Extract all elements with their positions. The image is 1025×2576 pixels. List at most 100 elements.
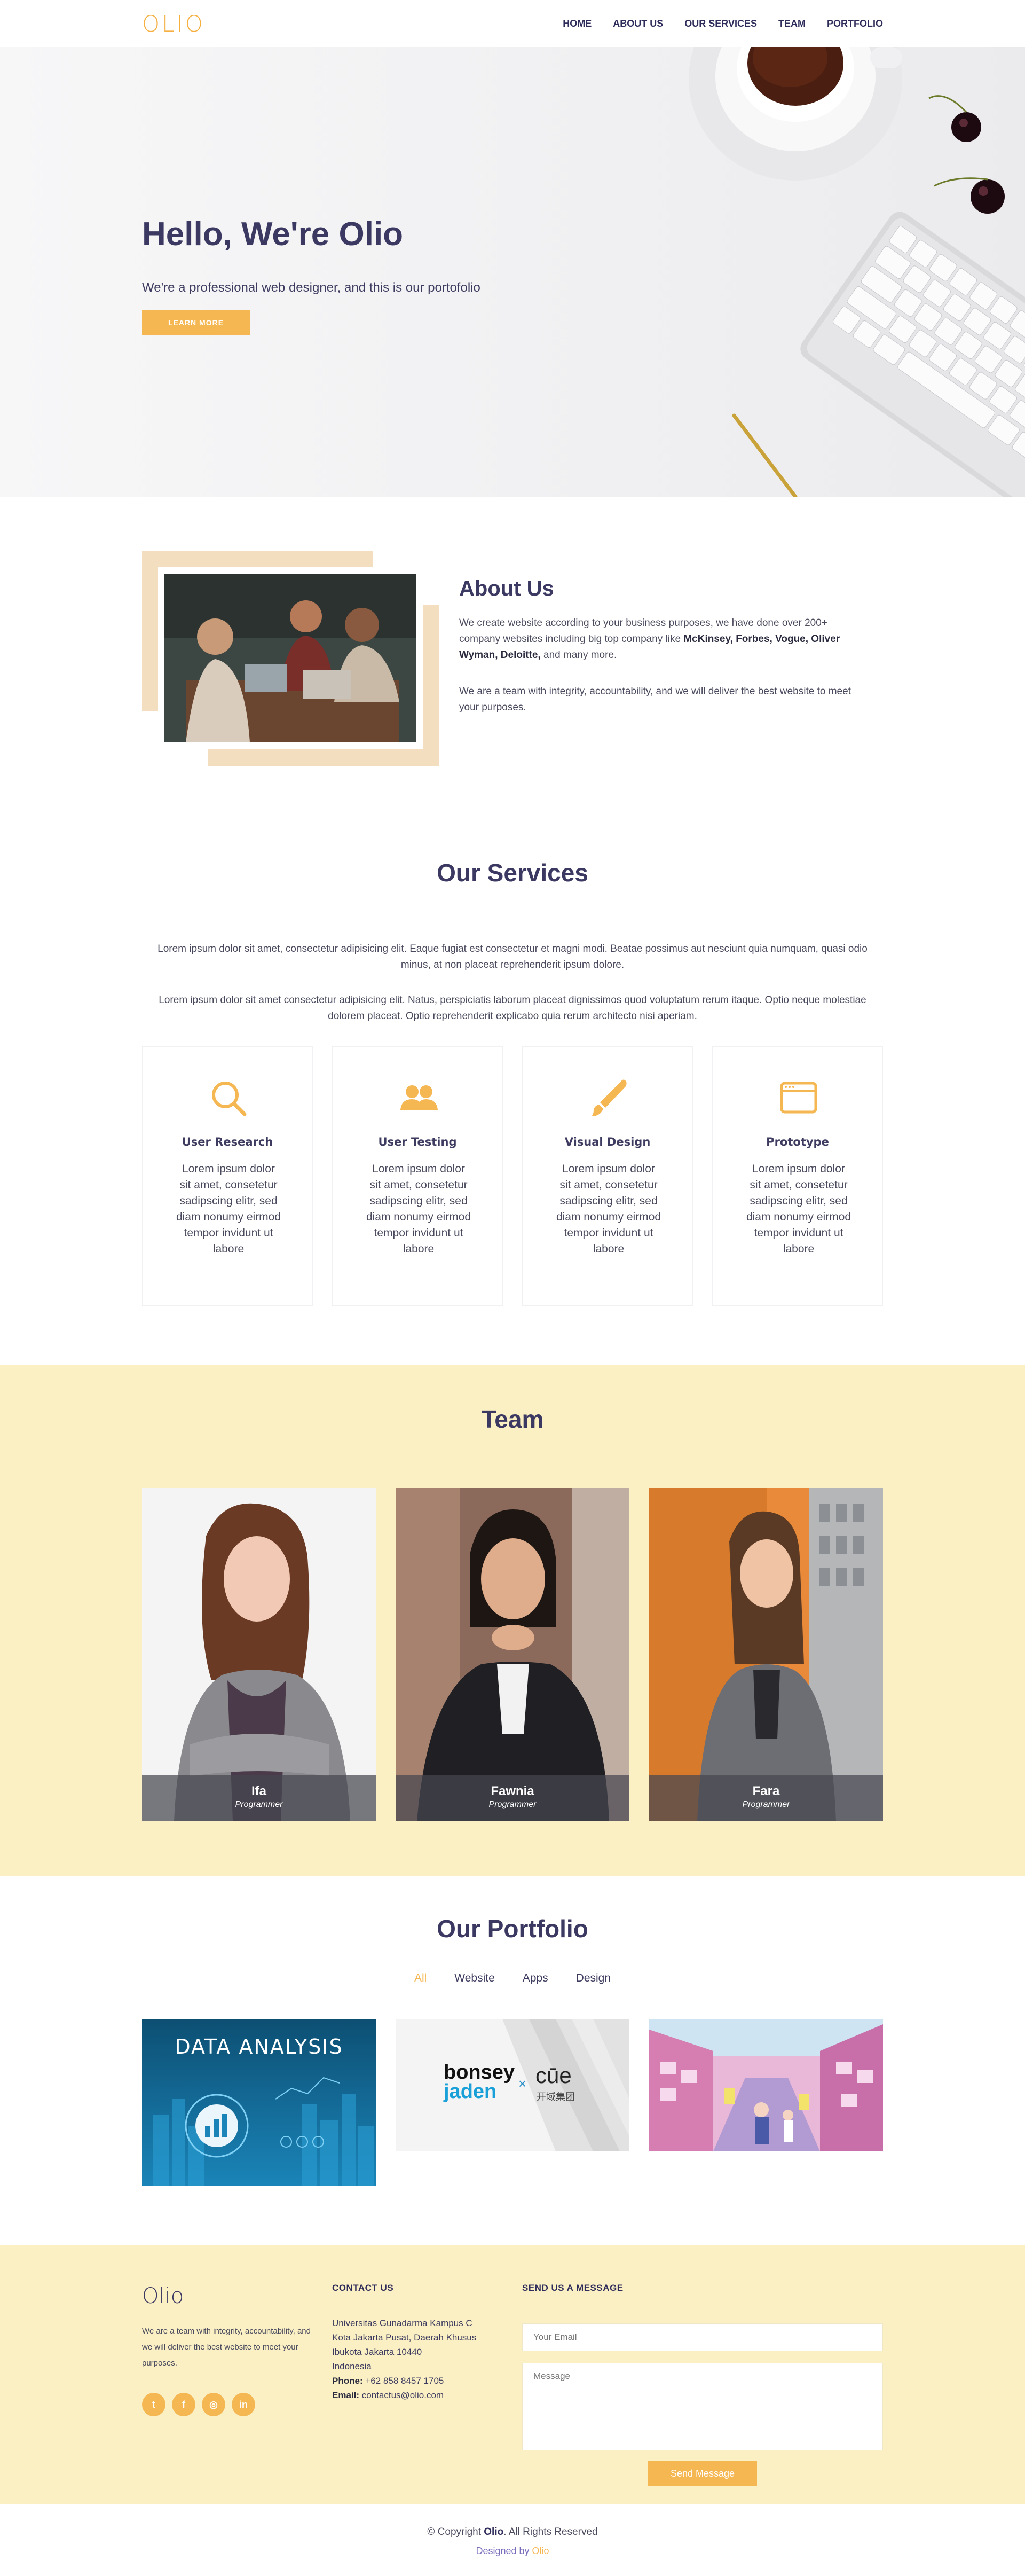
filter-apps[interactable]: Apps: [523, 1972, 548, 1985]
site-logo[interactable]: OLIO: [142, 11, 205, 37]
learn-more-button[interactable]: LEARN MORE: [142, 310, 250, 335]
address-line: Indonesia: [332, 2361, 372, 2371]
services-paragraph-2: Lorem ipsum dolor sit amet consectetur a…: [159, 995, 866, 1022]
portfolio-filters: All Website Apps Design: [0, 1972, 1025, 1985]
nav-link-about[interactable]: ABOUT US: [613, 18, 663, 29]
hero-title: Hello, We're Olio: [142, 216, 404, 253]
email-label: Email:: [332, 2390, 360, 2400]
services-paragraph-1: Lorem ipsum dolor sit amet, consectetur …: [157, 943, 868, 970]
team-card-fawnia[interactable]: Fawnia Programmer: [396, 1488, 629, 1821]
message-heading: SEND US A MESSAGE: [522, 2283, 624, 2293]
team-photo-fawnia: [396, 1488, 629, 1821]
team-member-name: Fara: [752, 1784, 780, 1798]
service-card-prototype: Prototype Lorem ipsum dolor sit amet, co…: [712, 1046, 883, 1306]
nav-link-team[interactable]: TEAM: [778, 18, 806, 29]
team-member-role: Programmer: [742, 1800, 790, 1809]
hero-section: Hello, We're Olio We're a professional w…: [0, 47, 1025, 497]
facebook-icon[interactable]: f: [172, 2393, 195, 2416]
about-title: About Us: [459, 577, 554, 600]
service-name: User Research: [182, 1136, 273, 1148]
cue-logo-text: cūe: [535, 2063, 572, 2088]
team-photo-ifa: [142, 1488, 376, 1821]
twitter-icon[interactable]: t: [142, 2393, 165, 2416]
portfolio-item-data-analysis[interactable]: DATA ANALYSIS: [142, 2019, 376, 2186]
users-icon: [400, 1085, 438, 1110]
bonsey-cue-image: [396, 2019, 629, 2151]
search-icon: [212, 1082, 247, 1116]
email-field[interactable]: [522, 2323, 883, 2351]
instagram-icon[interactable]: ◎: [202, 2393, 225, 2416]
service-description: Lorem ipsum dolor sit amet, consetetur s…: [556, 1163, 661, 1255]
data-analysis-caption: DATA ANALYSIS: [175, 2035, 343, 2058]
contact-details: Universitas Gunadarma Kampus C Kota Jaka…: [332, 2316, 503, 2402]
service-description: Lorem ipsum dolor sit amet, consetetur s…: [176, 1163, 281, 1255]
jaden-logo-text: jaden: [444, 2080, 497, 2103]
linkedin-icon[interactable]: in: [232, 2393, 255, 2416]
service-description: Lorem ipsum dolor sit amet, consetetur s…: [746, 1163, 851, 1255]
about-paragraph-1: We create website according to your busi…: [459, 615, 865, 663]
about-team-photo: [158, 567, 423, 749]
team-card-ifa[interactable]: Ifa Programmer: [142, 1488, 376, 1821]
email-line: Email: contactus@olio.com: [332, 2388, 503, 2402]
team-card-fara[interactable]: Fara Programmer: [649, 1488, 883, 1821]
filter-design[interactable]: Design: [576, 1972, 611, 1985]
service-card-visual-design: Visual Design Lorem ipsum dolor sit amet…: [522, 1046, 693, 1306]
address-line: Kota Jakarta Pusat, Daerah Khusus: [332, 2332, 477, 2343]
team-member-name: Ifa: [251, 1784, 266, 1798]
team-member-name: Fawnia: [491, 1784, 534, 1798]
about-photo-illustration: [164, 574, 416, 742]
about-p1-end: and many more.: [540, 649, 617, 661]
times-sign: ×: [518, 2076, 527, 2092]
team-caption: Fara Programmer: [649, 1775, 883, 1821]
portfolio-item-anime-street[interactable]: [649, 2019, 883, 2151]
brush-icon: [592, 1079, 627, 1116]
message-textarea[interactable]: [522, 2363, 883, 2450]
footer-logo[interactable]: Olio: [142, 2284, 184, 2308]
service-card-user-testing: User Testing Lorem ipsum dolor sit amet,…: [332, 1046, 503, 1306]
filter-all[interactable]: All: [414, 1972, 427, 1985]
service-name: Visual Design: [564, 1136, 651, 1148]
portfolio-title: Our Portfolio: [437, 1915, 588, 1943]
copyright-suffix: . All Rights Reserved: [503, 2526, 598, 2538]
phone-label: Phone:: [332, 2376, 363, 2386]
nav-links: HOME ABOUT US OUR SERVICES TEAM PORTFOLI…: [563, 18, 883, 29]
contact-heading: CONTACT US: [332, 2283, 394, 2293]
copyright-brand: Olio: [484, 2526, 504, 2538]
browser-window-icon: [780, 1082, 817, 1114]
team-caption: Fawnia Programmer: [396, 1775, 629, 1821]
hero-subtitle: We're a professional web designer, and t…: [142, 280, 480, 295]
nav-link-services[interactable]: OUR SERVICES: [684, 18, 757, 29]
address-line: Ibukota Jakarta 10440: [332, 2347, 422, 2357]
anime-street-illustration: [649, 2019, 883, 2151]
footer-about-text: We are a team with integrity, accountabi…: [142, 2327, 311, 2368]
about-paragraph-2: We are a team with integrity, accountabi…: [459, 686, 851, 713]
service-name: Prototype: [766, 1136, 829, 1148]
nav-link-portfolio[interactable]: PORTFOLIO: [827, 18, 883, 29]
team-member-role: Programmer: [488, 1800, 537, 1809]
service-description: Lorem ipsum dolor sit amet, consetetur s…: [366, 1163, 471, 1255]
cue-logo-subtext: 开域集团: [537, 2092, 575, 2102]
team-caption: Ifa Programmer: [142, 1775, 376, 1821]
navbar: OLIO HOME ABOUT US OUR SERVICES TEAM POR…: [0, 0, 1025, 47]
service-name: User Testing: [378, 1136, 457, 1148]
email-address[interactable]: contactus@olio.com: [362, 2390, 444, 2400]
hero-desk-image: [689, 47, 1025, 497]
services-title: Our Services: [437, 859, 588, 887]
bonsey-logo-text: bonsey: [444, 2061, 515, 2084]
phone-line: Phone: +62 858 8457 1705: [332, 2374, 503, 2388]
phone-number: +62 858 8457 1705: [365, 2376, 444, 2386]
team-title: Team: [481, 1405, 544, 1433]
copyright: © Copyright Olio. All Rights Reserved: [0, 2526, 1025, 2538]
service-card-user-research: User Research Lorem ipsum dolor sit amet…: [142, 1046, 313, 1306]
designed-prefix: Designed by: [476, 2546, 532, 2556]
team-photo-fara: [649, 1488, 883, 1821]
send-message-button[interactable]: Send Message: [648, 2461, 757, 2486]
copyright-prefix: © Copyright: [427, 2526, 484, 2538]
nav-link-home[interactable]: HOME: [563, 18, 592, 29]
filter-website[interactable]: Website: [454, 1972, 494, 1985]
team-member-role: Programmer: [235, 1800, 283, 1809]
designed-by: Designed by Olio: [0, 2546, 1025, 2557]
address-line: Universitas Gunadarma Kampus C: [332, 2318, 472, 2328]
portfolio-item-bonsey-cue[interactable]: bonsey jaden × cūe 开域集团: [396, 2019, 629, 2151]
designed-brand-link[interactable]: Olio: [532, 2546, 549, 2556]
